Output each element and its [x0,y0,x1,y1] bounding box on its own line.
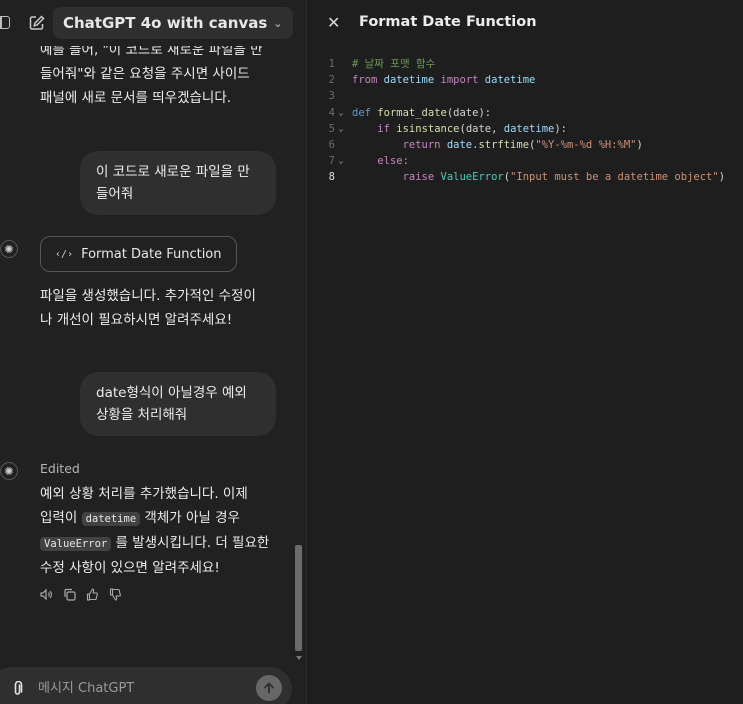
code-line: 6 return date.strftime("%Y-%m-%d %H:%M") [307,137,725,153]
model-selector-button[interactable]: ChatGPT 4o with canvas ⌄ [53,7,293,39]
code-token: ValueError [440,171,504,184]
user-message-2: date형식이 아닐경우 예외 상황을 처리해줘 [80,372,276,436]
assistant-message-line: 패널에 새로 문서를 띄우겠습니다. [40,90,232,106]
chat-panel: 예를 들어, "이 코드로 새로운 파일을 만 들어줘"와 같은 요청을 주시면… [0,0,306,704]
assistant-message-3: 예외 상황 처리를 추가했습니다. 이제 입력이 datetime 객체가 아닐… [40,482,275,580]
assistant-message-1: 예를 들어, "이 코드로 새로운 파일을 만 들어줘"와 같은 요청을 주시면… [40,38,275,110]
line-number: 3 [328,90,335,103]
text-fragment: 를 발생시킵니다. 더 필요한 [111,535,270,551]
code-token: isinstance [396,122,460,135]
user-message-line: 들어줘 [96,186,134,202]
fold-toggle[interactable]: ⌄ [335,105,347,121]
attach-icon[interactable] [12,680,23,701]
close-canvas-icon[interactable]: ✕ [327,13,340,32]
assistant-message-line: ValueError 를 발생시킵니다. 더 필요한 [40,531,275,556]
code-token: datetime [484,74,536,87]
code-token: (date, [459,122,504,135]
code-token: # 날짜 포맷 함수 [352,58,436,70]
code-line: 4 ⌄ def format_date(date): [307,105,725,121]
code-icon: ‹/› [55,248,74,260]
user-message-line: date형식이 아닐경우 예외 [96,385,247,401]
code-line: 1 # 날짜 포맷 함수 [307,56,725,72]
code-token: date. [446,138,479,151]
chatgpt-avatar-icon: ✺ [0,240,18,258]
line-number: 6 [328,138,335,151]
chevron-down-icon: ⌄ [273,16,283,30]
assistant-message-line: 파일을 생성했습니다. 추가적인 수정이 [40,288,256,304]
sidebar-toggle-icon[interactable] [0,16,10,29]
fold-toggle [335,169,347,185]
fold-toggle [335,137,347,153]
canvas-document-button[interactable]: ‹/› Format Date Function [40,236,237,272]
inline-code: ValueError [40,537,112,551]
user-message-1: 이 코드로 새로운 파일을 만 들어줘 [80,151,276,215]
message-input[interactable] [38,678,238,698]
assistant-message-line: 나 개선이 필요하시면 알려주세요! [40,312,233,328]
code-token: raise [402,171,435,184]
fold-toggle[interactable]: ⌄ [335,121,347,137]
assistant-message-line: 예외 상황 처리를 추가했습니다. 이제 [40,486,248,502]
line-number: 4 [328,106,335,119]
thumbs-down-icon[interactable] [109,588,122,601]
scroll-down-arrow-icon[interactable] [296,656,302,660]
chat-header: ChatGPT 4o with canvas ⌄ [0,0,306,46]
code-token: format_date [377,106,447,119]
line-number: 2 [328,74,335,87]
chatgpt-avatar-icon: ✺ [0,462,18,480]
line-number: 8 [328,171,335,184]
text-fragment: 객체가 아닐 경우 [140,510,240,526]
code-token: import [440,74,479,87]
code-token: strftime [478,138,530,151]
fold-toggle [335,88,347,104]
assistant-message-line: 입력이 datetime 객체가 아닐 경우 [40,506,275,531]
code-token: from [352,74,378,87]
assistant-message-line: 수정 사항이 있으면 알려주세요! [40,560,220,576]
code-line: 3 [307,88,725,104]
canvas-document-label: Format Date Function [81,246,222,262]
line-number: 5 [328,122,335,135]
canvas-panel: ✕ Format Date Function 1 # 날짜 포맷 함수 2 fr… [306,0,743,704]
arrow-up-icon [264,682,274,694]
code-token: ): [554,122,567,135]
message-actions [40,588,122,601]
user-message-line: 상황을 처리해줘 [96,407,188,423]
send-button[interactable] [256,675,282,701]
chat-scrollbar-thumb[interactable] [295,545,302,651]
code-line: 8 raise ValueError("Input must be a date… [307,169,725,185]
code-token: (date): [446,106,492,119]
model-selector-label: ChatGPT 4o with canvas [63,14,268,32]
line-number: 7 [328,155,335,168]
user-message-line: 이 코드로 새로운 파일을 만 [96,164,250,180]
canvas-title: Format Date Function [359,14,537,30]
code-line: 5 ⌄ if isinstance(date, datetime): [307,121,725,137]
text-fragment: 입력이 [40,510,82,526]
edited-label: Edited [40,461,80,476]
code-token: "%Y-%m-%d %H:%M" [535,138,637,151]
fold-toggle[interactable]: ⌄ [335,153,347,169]
line-number: 1 [328,58,335,70]
code-token: datetime [503,122,555,135]
code-token: datetime [383,74,435,87]
new-chat-icon[interactable] [28,14,46,32]
speaker-icon[interactable] [40,588,53,601]
code-editor[interactable]: 1 # 날짜 포맷 함수 2 from datetime import date… [307,56,725,186]
code-token: return [402,138,441,151]
thumbs-up-icon[interactable] [86,588,99,601]
copy-icon[interactable] [63,588,76,601]
code-line: 7 ⌄ else: [307,153,725,169]
inline-code: datetime [81,512,141,526]
code-token: else: [377,155,409,168]
code-token: if [377,122,390,135]
assistant-message-line: 들어줘"와 같은 요청을 주시면 사이드 [40,66,250,82]
fold-toggle [335,72,347,88]
fold-toggle [335,56,347,72]
code-token: "Input must be a datetime object" [510,171,719,184]
code-line: 2 from datetime import datetime [307,72,725,88]
assistant-message-2: 파일을 생성했습니다. 추가적인 수정이 나 개선이 필요하시면 알려주세요! [40,284,275,332]
code-token: def [352,106,371,119]
